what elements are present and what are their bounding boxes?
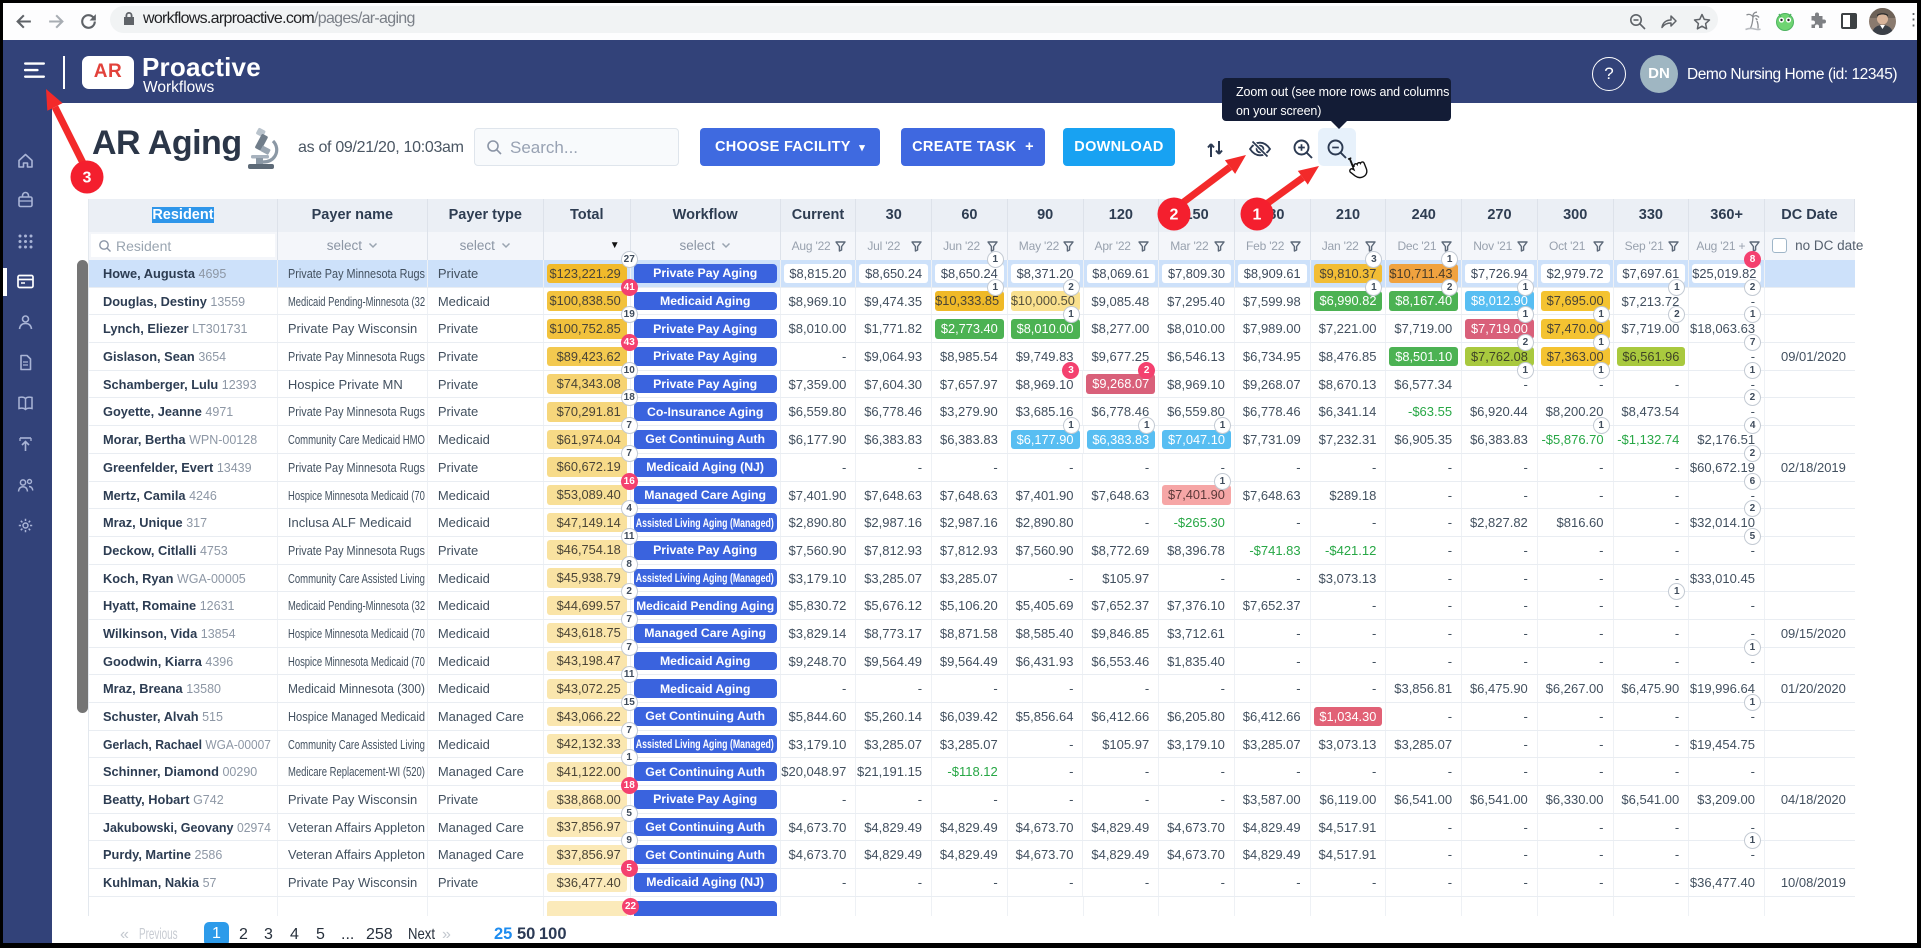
svg-text:3: 3 — [83, 170, 92, 187]
